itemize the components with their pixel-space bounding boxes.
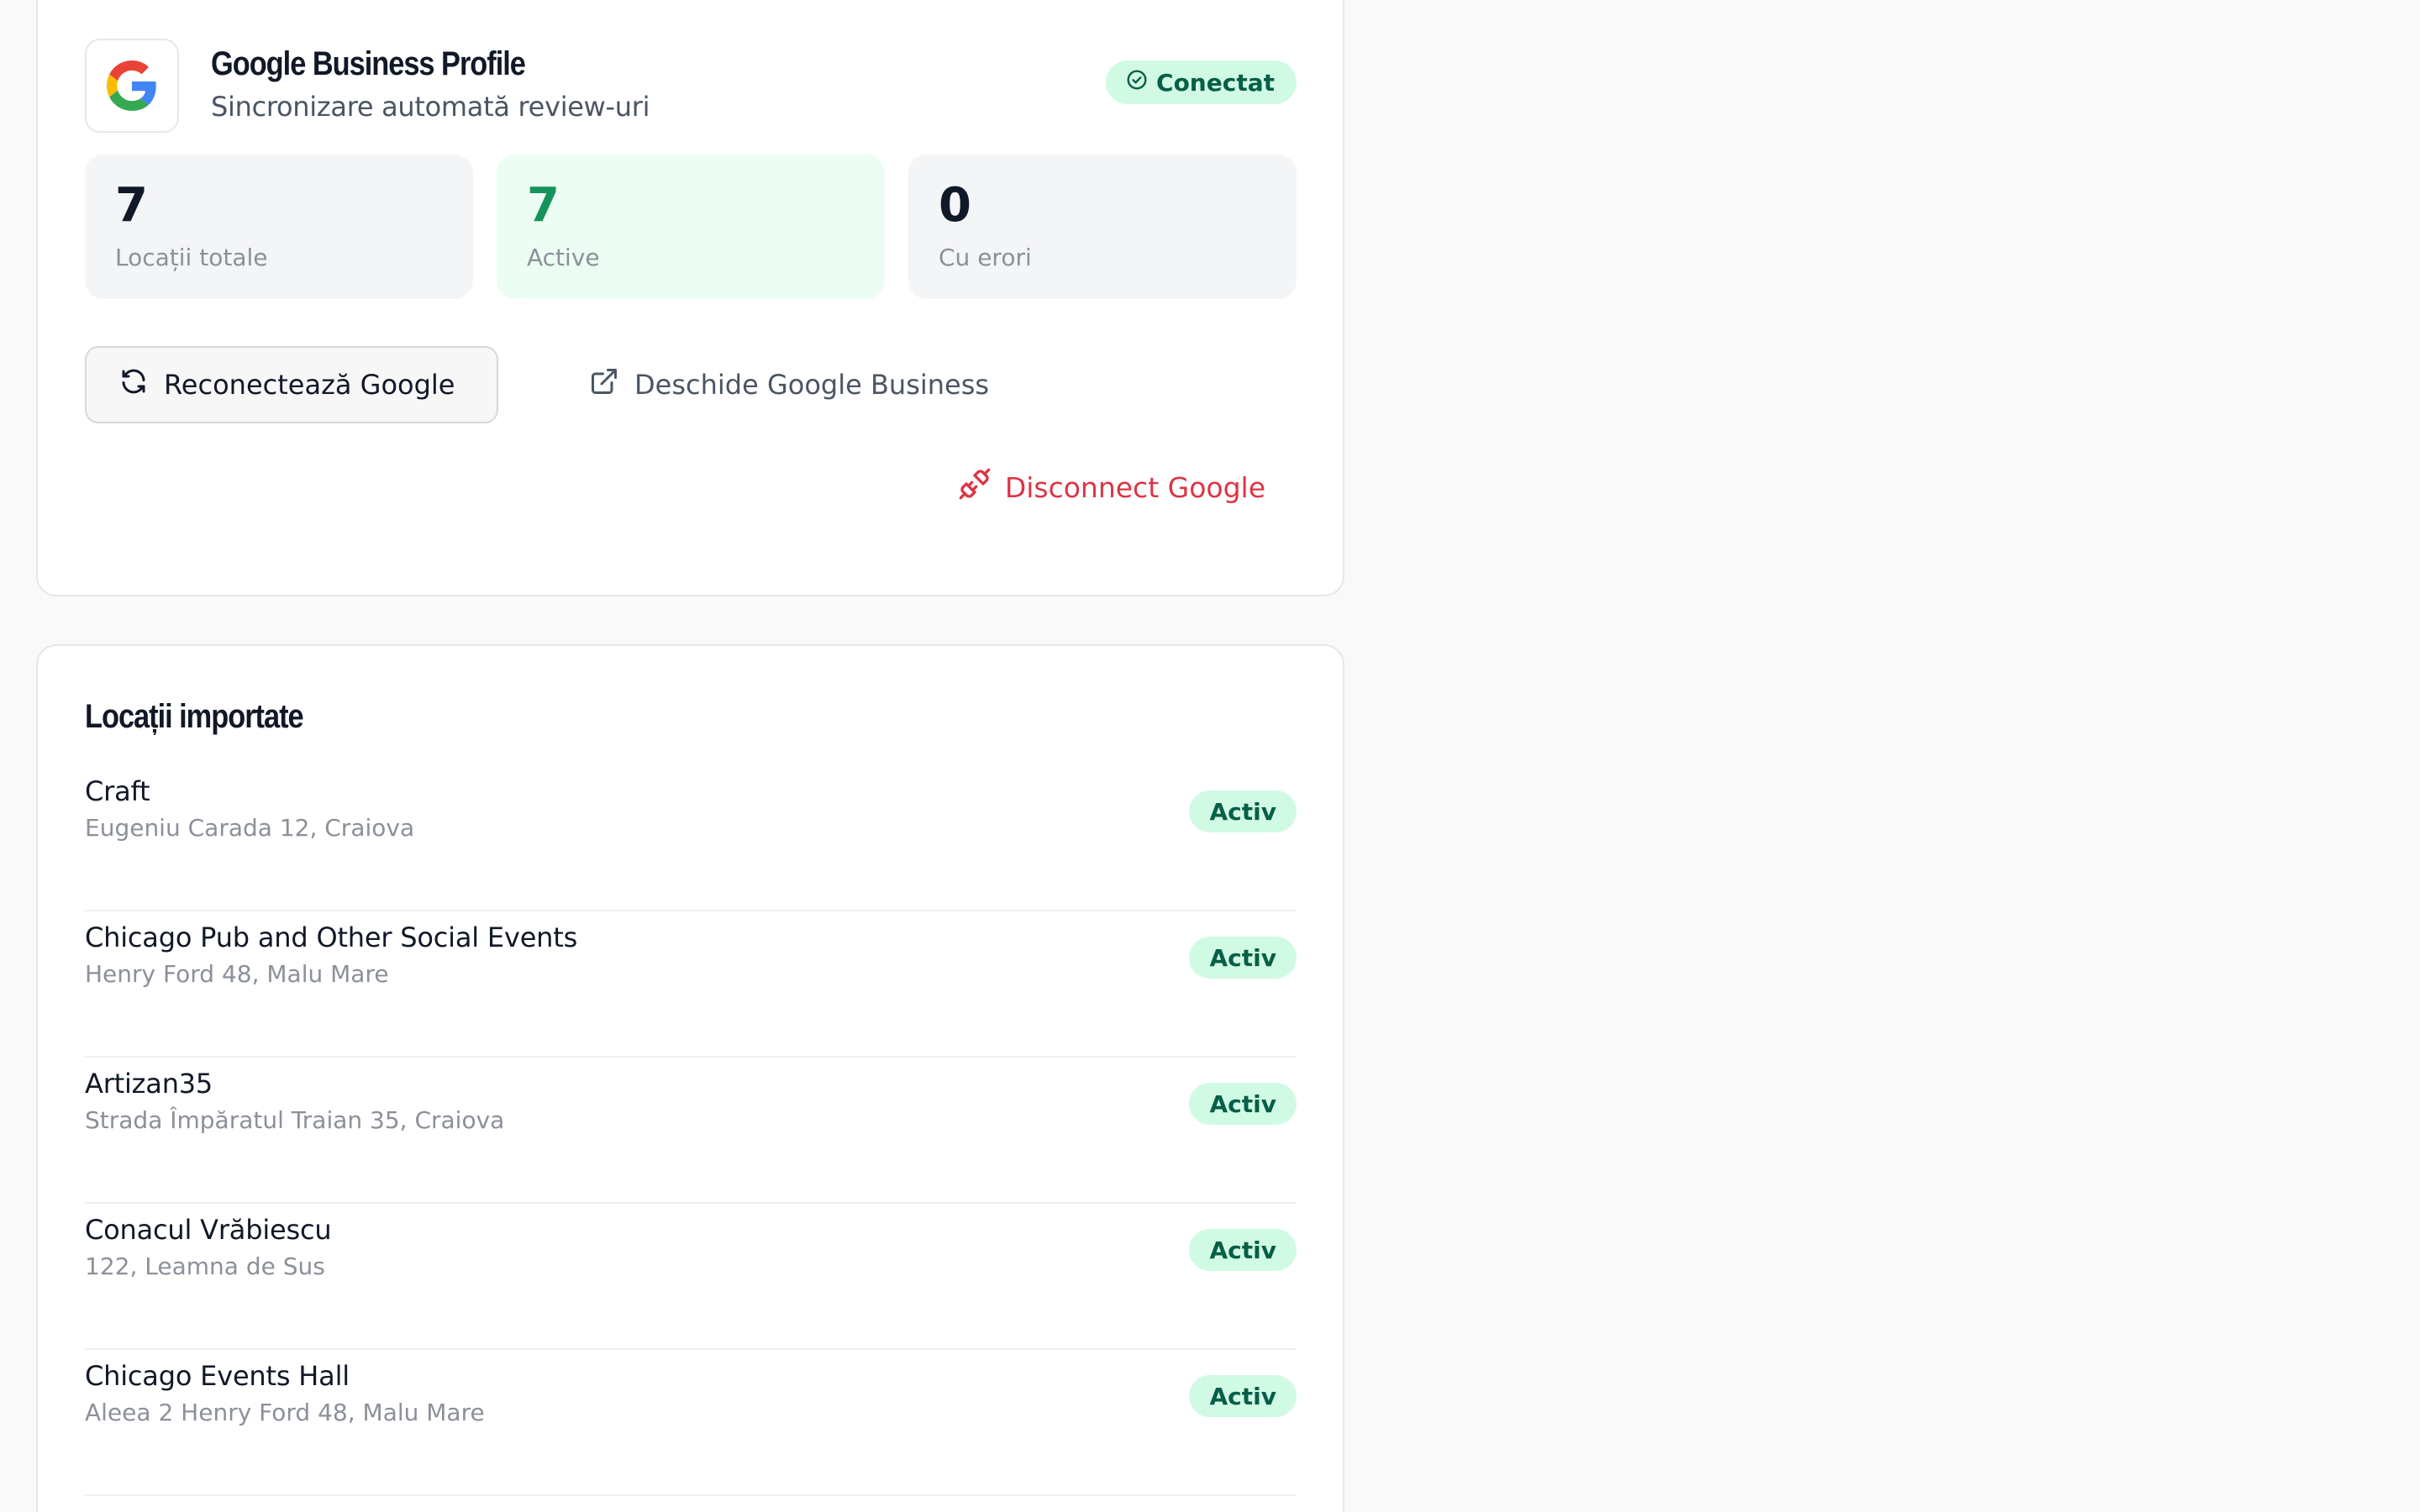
status-text: Conectat (1156, 68, 1275, 97)
disconnect-label: Disconnect Google (1004, 470, 1265, 504)
location-address: Aleea 2 Henry Ford 48, Malu Mare (85, 1399, 485, 1426)
stat-label: Cu erori (939, 244, 1032, 271)
open-google-business-link[interactable]: Deschide Google Business (552, 346, 989, 423)
unplug-icon (958, 467, 992, 507)
google-logo-icon (85, 39, 179, 133)
location-item[interactable]: Chicago Pub and Other Social Events Henr… (85, 911, 1297, 1058)
stat-label: Locații totale (115, 244, 268, 271)
profile-title: Google Business Profile (211, 45, 526, 82)
reconnect-google-button[interactable]: Reconectează Google (85, 346, 498, 423)
location-address: 122, Leamna de Sus (85, 1252, 325, 1280)
google-profile-card: Google Business Profile Sincronizare aut… (36, 0, 1344, 596)
location-status-badge: Activ (1189, 790, 1297, 832)
stat-label: Active (527, 244, 600, 271)
external-link-icon (589, 366, 619, 403)
location-item[interactable]: Conacul Vrăbiescu 122, Leamna de Sus Act… (85, 1204, 1297, 1350)
profile-subtitle: Sincronizare automată review-uri (211, 91, 650, 123)
connection-status-badge: Conectat (1106, 60, 1297, 104)
location-name: Conacul Vrăbiescu (85, 1214, 332, 1246)
location-item[interactable]: Artizan35 Strada Împăratul Traian 35, Cr… (85, 1058, 1297, 1204)
location-name: Chicago Pub and Other Social Events (85, 921, 578, 953)
stat-total-locations: 7 Locații totale (85, 155, 473, 299)
location-item[interactable]: Craft Eugeniu Carada 12, Craiova Activ (85, 765, 1297, 911)
check-circle-icon (1126, 69, 1148, 97)
location-address: Eugeniu Carada 12, Craiova (85, 814, 415, 842)
location-status-badge: Activ (1189, 1375, 1297, 1417)
location-name: Craft (85, 775, 150, 807)
location-item[interactable]: Chicago Events Hall Aleea 2 Henry Ford 4… (85, 1350, 1297, 1496)
locations-title: Locații importate (85, 698, 304, 735)
location-status-badge: Activ (1189, 1083, 1297, 1125)
location-name: Chicago Events Hall (85, 1360, 350, 1392)
stat-value: 7 (527, 178, 560, 233)
stat-error-locations: 0 Cu erori (908, 155, 1297, 299)
location-address: Henry Ford 48, Malu Mare (85, 960, 389, 988)
disconnect-google-button[interactable]: Disconnect Google (958, 449, 1296, 526)
refresh-icon (118, 366, 149, 403)
stat-value: 7 (115, 178, 148, 233)
reconnect-label: Reconectează Google (164, 369, 455, 401)
open-business-label: Deschide Google Business (634, 369, 990, 401)
location-name: Artizan35 (85, 1068, 213, 1100)
google-profile-header: Google Business Profile Sincronizare aut… (85, 39, 1297, 133)
location-status-badge: Activ (1189, 937, 1297, 979)
stat-value: 0 (939, 178, 971, 233)
location-status-badge: Activ (1189, 1229, 1297, 1271)
imported-locations-card: Locații importate Craft Eugeniu Carada 1… (36, 644, 1344, 1512)
locations-list: Craft Eugeniu Carada 12, Craiova Activ C… (85, 765, 1297, 1496)
stat-active-locations: 7 Active (497, 155, 885, 299)
location-address: Strada Împăratul Traian 35, Craiova (85, 1106, 505, 1134)
